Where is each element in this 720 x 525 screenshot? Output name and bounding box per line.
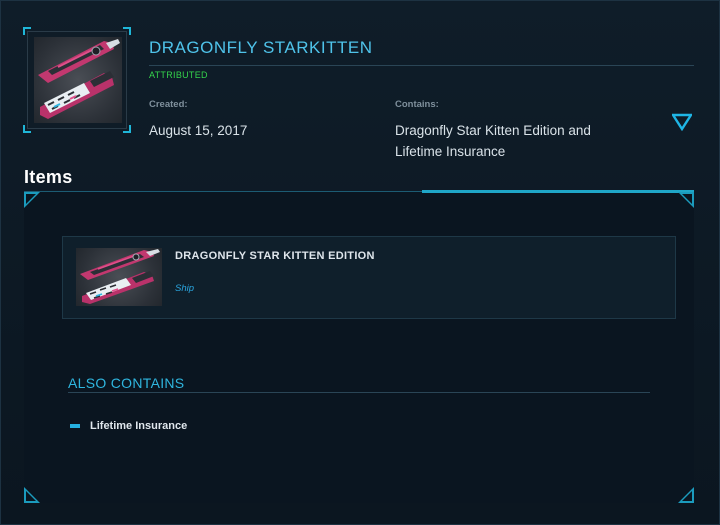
contains-value: Dragonfly Star Kitten Edition and Lifeti… xyxy=(395,123,591,159)
status-badge: ATTRIBUTED xyxy=(149,70,208,80)
item-name: DRAGONFLY STAR KITTEN EDITION xyxy=(175,250,375,262)
item-type: Ship xyxy=(175,283,195,294)
corner-decoration xyxy=(682,491,692,501)
corner-decoration xyxy=(682,194,692,204)
also-contains-entry: Lifetime Insurance xyxy=(90,420,188,432)
thumbnail-frame xyxy=(27,31,127,129)
expand-button[interactable] xyxy=(670,113,694,132)
created-label: Created: xyxy=(149,99,188,110)
corner-decoration xyxy=(26,194,36,204)
divider xyxy=(149,65,694,66)
pledge-title: DRAGONFLY STARKITTEN xyxy=(149,38,373,57)
bullet-icon xyxy=(70,424,80,428)
created-value: August 15, 2017 xyxy=(149,123,248,138)
pledge-thumbnail xyxy=(23,27,131,133)
items-heading: Items xyxy=(24,167,73,187)
corner-decoration xyxy=(26,491,36,501)
pledge-window: DRAGONFLY STARKITTEN ATTRIBUTED Created:… xyxy=(0,0,720,525)
chevron-down-icon xyxy=(670,113,694,132)
list-item: Lifetime Insurance xyxy=(70,420,187,432)
panel-accent-bar xyxy=(422,190,694,193)
ship-image xyxy=(34,37,122,123)
also-contains-heading: ALSO CONTAINS xyxy=(68,375,185,391)
items-panel: DRAGONFLY STAR KITTEN EDITION Ship ALSO … xyxy=(24,190,694,503)
item-card[interactable]: DRAGONFLY STAR KITTEN EDITION Ship xyxy=(62,236,676,319)
divider xyxy=(68,392,650,393)
ship-image xyxy=(76,248,162,306)
contains-label: Contains: xyxy=(395,99,439,110)
